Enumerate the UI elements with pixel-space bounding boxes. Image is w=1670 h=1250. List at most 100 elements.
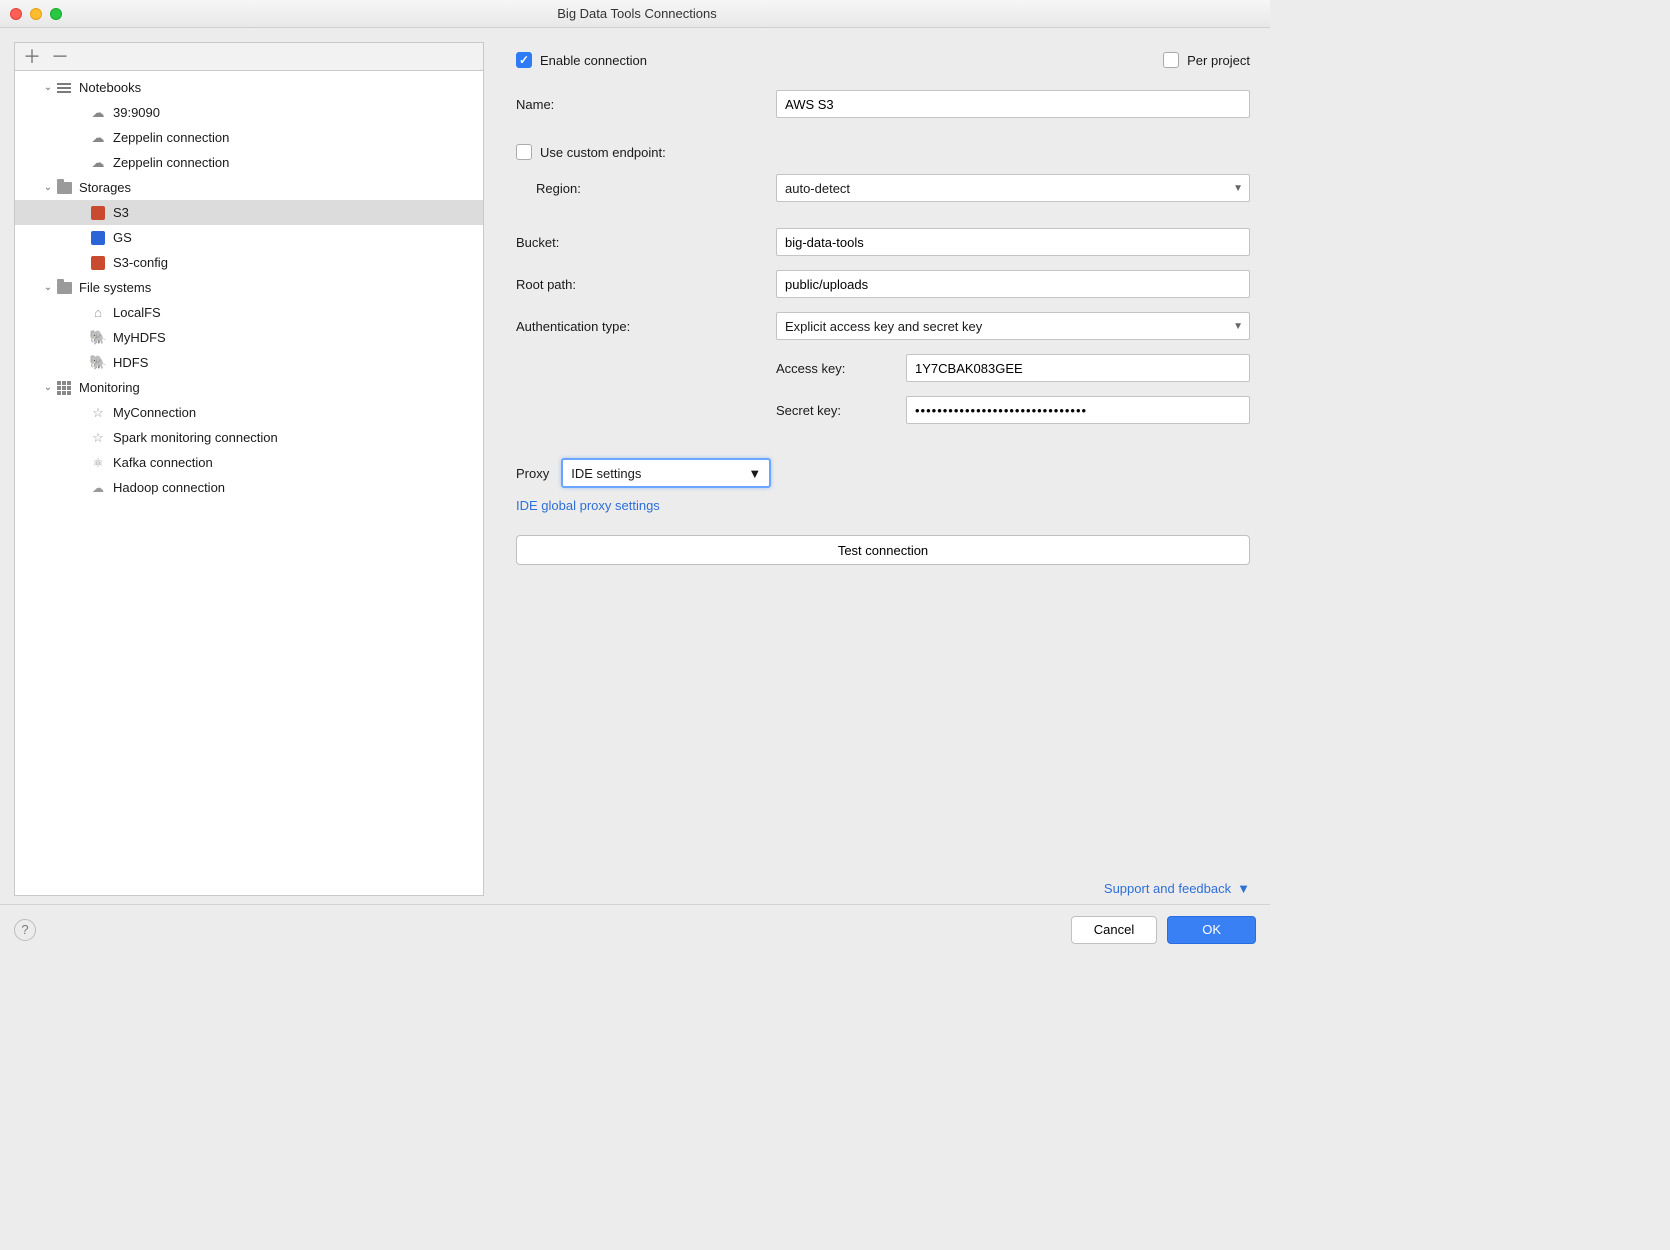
expand-icon[interactable]: ⌄	[41, 182, 55, 193]
test-connection-button[interactable]: Test connection	[516, 535, 1250, 565]
grid-icon	[55, 379, 73, 397]
tree-item[interactable]: ☁ Hadoop connection	[15, 475, 483, 500]
enable-connection-label: Enable connection	[540, 53, 647, 68]
s3-icon	[89, 204, 107, 222]
cancel-button[interactable]: Cancel	[1071, 916, 1157, 944]
per-project-checkbox[interactable]: Per project	[1163, 52, 1250, 68]
region-value: auto-detect	[785, 181, 850, 196]
tree-item[interactable]: ☁ 39:9090	[15, 100, 483, 125]
ok-button[interactable]: OK	[1167, 916, 1256, 944]
list-icon	[55, 79, 73, 97]
window-controls	[10, 8, 62, 20]
checkbox-icon	[516, 144, 532, 160]
tree-item[interactable]: 🐘 MyHDFS	[15, 325, 483, 350]
cloud-icon: ☁	[89, 104, 107, 122]
chevron-down-icon: ▼	[748, 466, 761, 481]
dialog-footer: ? Cancel OK	[0, 904, 1270, 954]
remove-button[interactable]: －	[51, 48, 69, 66]
tree-item[interactable]: ☁ Zeppelin connection	[15, 150, 483, 175]
tree-item[interactable]: ☆ MyConnection	[15, 400, 483, 425]
cloud-icon: ☁	[89, 154, 107, 172]
tree-group-label: Storages	[79, 180, 131, 195]
tree-item-label: Hadoop connection	[113, 480, 225, 495]
folder-icon	[55, 179, 73, 197]
tree-group-label: File systems	[79, 280, 151, 295]
tree-item-label: GS	[113, 230, 132, 245]
cloud-icon: ☁	[89, 129, 107, 147]
region-label: Region:	[516, 181, 776, 196]
tree-item-label: 39:9090	[113, 105, 160, 120]
gs-icon	[89, 229, 107, 247]
tree-item[interactable]: S3-config	[15, 250, 483, 275]
connections-tree[interactable]: ⌄ Notebooks ☁ 39:9090 ☁ Zeppelin connection ☁ Z…	[14, 70, 484, 896]
tree-group[interactable]: ⌄ Storages	[15, 175, 483, 200]
tree-group[interactable]: ⌄ Monitoring	[15, 375, 483, 400]
chevron-down-icon: ▼	[1237, 881, 1250, 896]
authtype-label: Authentication type:	[516, 319, 776, 334]
s3-icon	[89, 254, 107, 272]
checkbox-icon	[1163, 52, 1179, 68]
expand-icon[interactable]: ⌄	[41, 382, 55, 393]
tree-item-label: Zeppelin connection	[113, 155, 229, 170]
enable-connection-checkbox[interactable]: Enable connection	[516, 52, 647, 68]
per-project-label: Per project	[1187, 53, 1250, 68]
tree-item-label: Zeppelin connection	[113, 130, 229, 145]
name-label: Name:	[516, 97, 776, 112]
home-icon: ⌂	[89, 304, 107, 322]
tree-item[interactable]: 🐘HDFS	[15, 350, 483, 375]
authtype-select[interactable]: Explicit access key and secret key ▼	[776, 312, 1250, 340]
proxy-label: Proxy	[516, 466, 549, 481]
tree-item-label: Kafka connection	[113, 455, 213, 470]
secretkey-input[interactable]	[906, 396, 1250, 424]
tree-item[interactable]: S3	[15, 200, 483, 225]
star-icon: ☆	[89, 429, 107, 447]
help-button[interactable]: ?	[14, 919, 36, 941]
hadoop-icon: ☁	[89, 479, 107, 497]
star-icon: ☆	[89, 404, 107, 422]
tree-item-label: HDFS	[113, 355, 148, 370]
tree-toolbar: ＋ －	[14, 42, 484, 70]
checkbox-icon	[516, 52, 532, 68]
window-title: Big Data Tools Connections	[62, 6, 1212, 21]
tree-item[interactable]: ⚛ Kafka connection	[15, 450, 483, 475]
support-feedback-link[interactable]: Support and feedback ▼	[516, 861, 1250, 896]
minimize-window-icon[interactable]	[30, 8, 42, 20]
tree-item-label: LocalFS	[113, 305, 161, 320]
tree-item[interactable]: ☁ Zeppelin connection	[15, 125, 483, 150]
authtype-value: Explicit access key and secret key	[785, 319, 982, 334]
tree-group[interactable]: ⌄ File systems	[15, 275, 483, 300]
tree-item[interactable]: ☆ Spark monitoring connection	[15, 425, 483, 450]
chevron-down-icon: ▼	[1233, 321, 1243, 332]
proxy-value: IDE settings	[571, 466, 641, 481]
bucket-label: Bucket:	[516, 235, 776, 250]
tree-group-label: Monitoring	[79, 380, 140, 395]
custom-endpoint-label: Use custom endpoint:	[540, 145, 666, 160]
expand-icon[interactable]: ⌄	[41, 82, 55, 93]
bucket-input[interactable]	[776, 228, 1250, 256]
connection-form: Enable connection Per project Name: Use …	[500, 42, 1256, 896]
elephant-icon: 🐘	[89, 329, 107, 347]
tree-item[interactable]: GS	[15, 225, 483, 250]
tree-group-label: Notebooks	[79, 80, 141, 95]
maximize-window-icon[interactable]	[50, 8, 62, 20]
accesskey-label: Access key:	[776, 361, 906, 376]
secretkey-label: Secret key:	[776, 403, 906, 418]
close-window-icon[interactable]	[10, 8, 22, 20]
tree-item[interactable]: ⌂ LocalFS	[15, 300, 483, 325]
expand-icon[interactable]: ⌄	[41, 282, 55, 293]
tree-item-label: Spark monitoring connection	[113, 430, 278, 445]
region-select[interactable]: auto-detect ▼	[776, 174, 1250, 202]
tree-item-label: MyHDFS	[113, 330, 166, 345]
proxy-select[interactable]: IDE settings ▼	[561, 458, 771, 488]
tree-item-label: MyConnection	[113, 405, 196, 420]
tree-group[interactable]: ⌄ Notebooks	[15, 75, 483, 100]
tree-item-label: S3	[113, 205, 129, 220]
kafka-icon: ⚛	[89, 454, 107, 472]
rootpath-input[interactable]	[776, 270, 1250, 298]
accesskey-input[interactable]	[906, 354, 1250, 382]
custom-endpoint-checkbox[interactable]: Use custom endpoint:	[516, 144, 666, 160]
name-input[interactable]	[776, 90, 1250, 118]
add-button[interactable]: ＋	[23, 48, 41, 66]
folder-icon	[55, 279, 73, 297]
proxy-settings-link[interactable]: IDE global proxy settings	[516, 498, 1250, 513]
